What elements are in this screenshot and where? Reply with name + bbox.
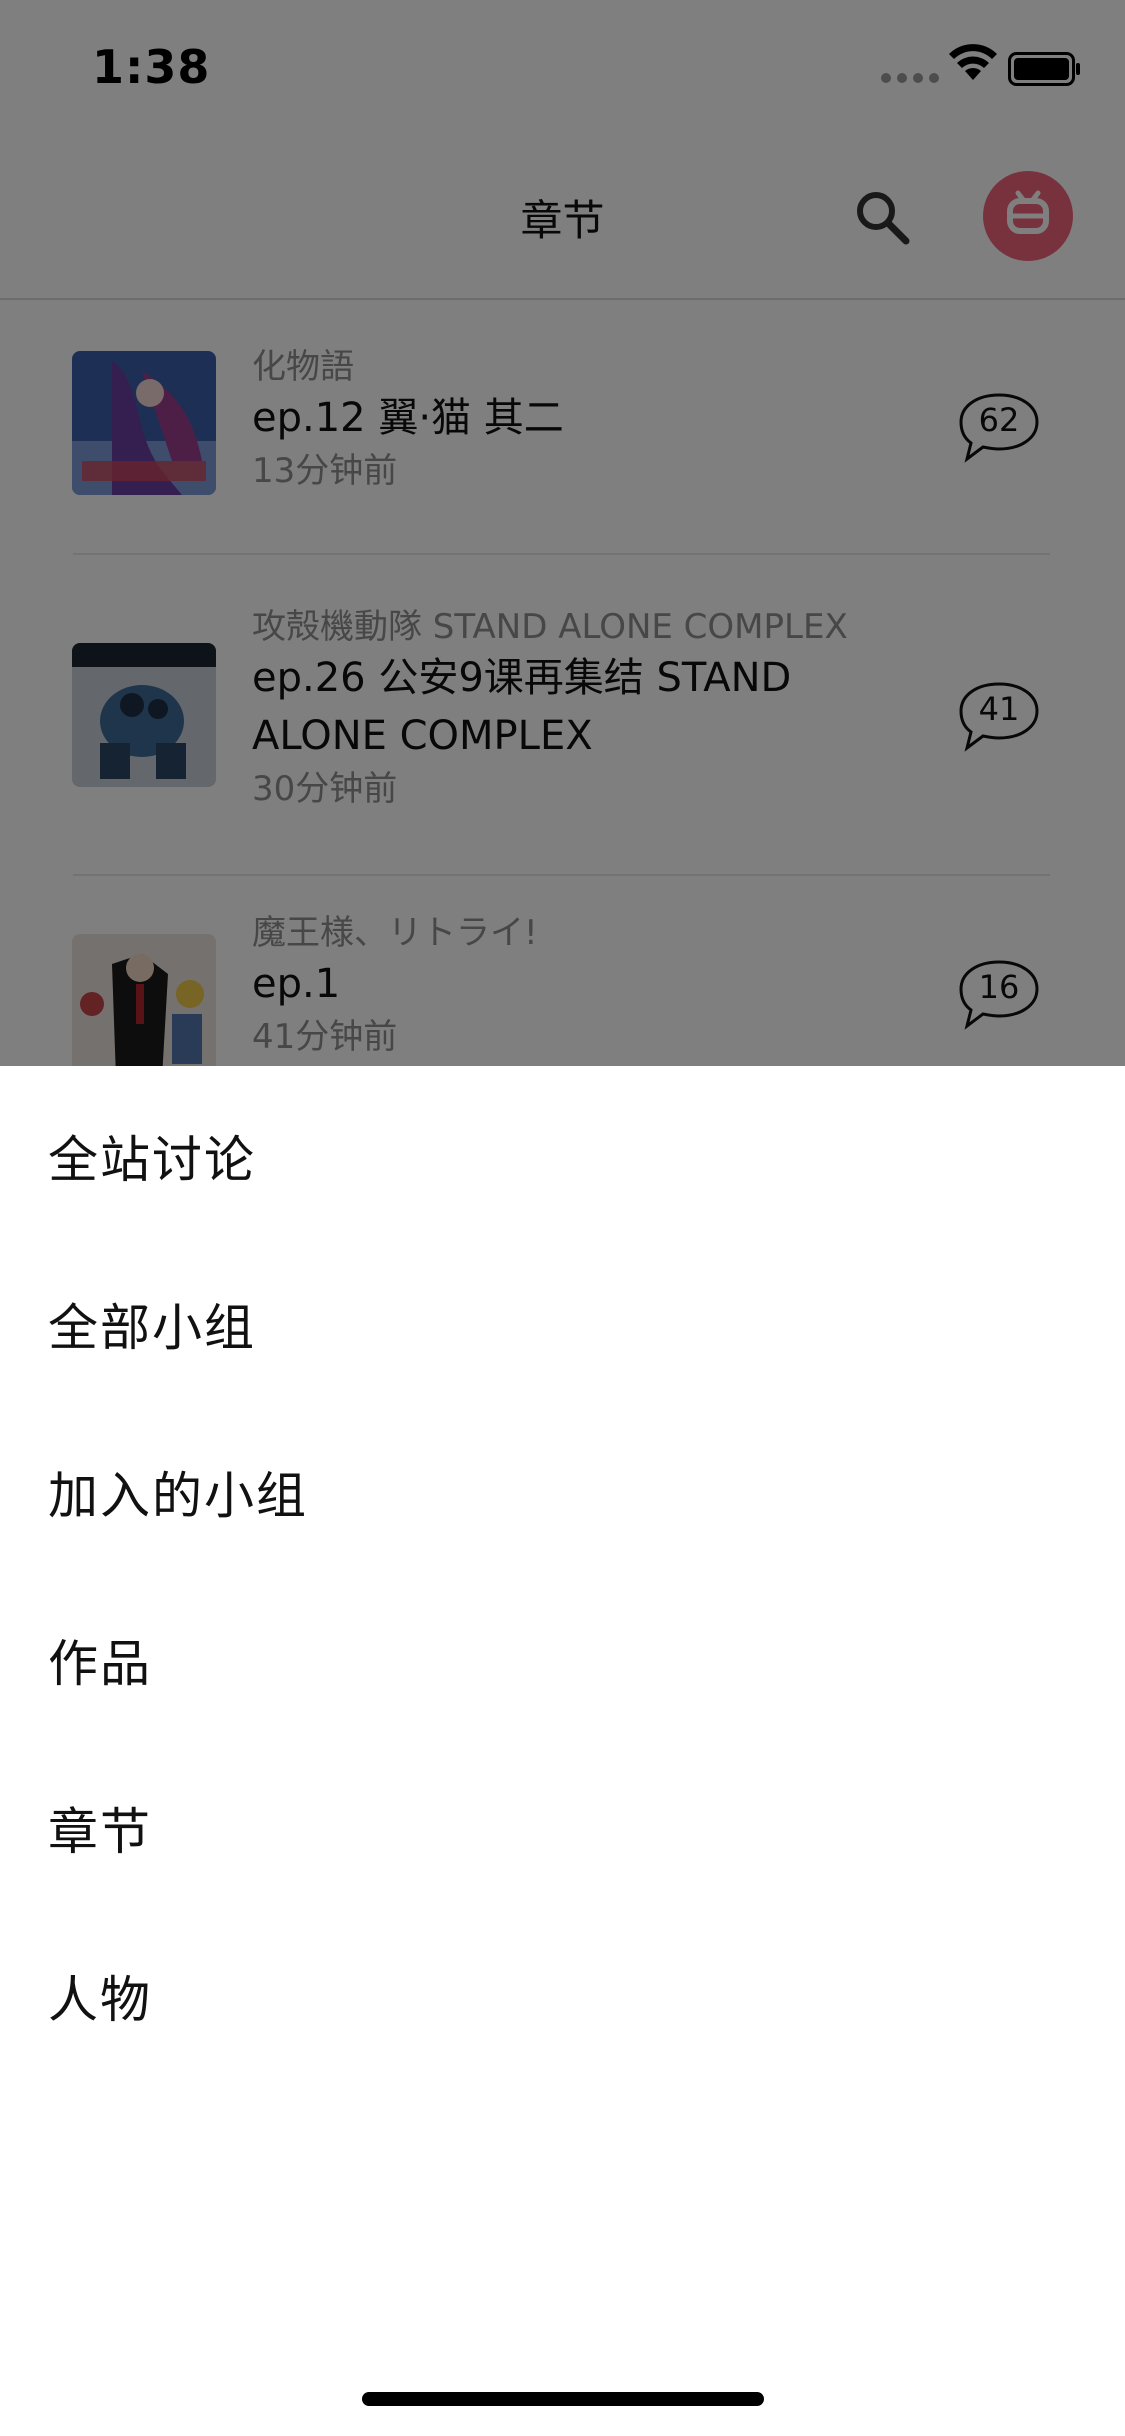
menu-option-label: 全部小组	[48, 1299, 256, 1357]
menu-option-site-discussion[interactable]: 全站讨论	[0, 1066, 1125, 1234]
menu-option-all-groups[interactable]: 全部小组	[0, 1234, 1125, 1402]
menu-option-joined-groups[interactable]: 加入的小组	[0, 1402, 1125, 1570]
modal-scrim[interactable]	[0, 0, 1125, 1066]
menu-option-characters[interactable]: 人物	[0, 1906, 1125, 2074]
menu-option-label: 全站讨论	[48, 1131, 256, 1189]
menu-option-works[interactable]: 作品	[0, 1570, 1125, 1738]
app-screen: 1:38 章节	[0, 0, 1125, 2436]
menu-option-label: 人物	[48, 1971, 152, 2029]
menu-option-label: 作品	[48, 1635, 152, 1693]
menu-option-label: 章节	[48, 1803, 152, 1861]
menu-option-label: 加入的小组	[48, 1467, 308, 1525]
bottom-sheet-menu: 全站讨论 全部小组 加入的小组 作品 章节 人物	[0, 1066, 1125, 2436]
home-indicator[interactable]	[362, 2392, 764, 2406]
menu-option-chapters[interactable]: 章节	[0, 1738, 1125, 1906]
